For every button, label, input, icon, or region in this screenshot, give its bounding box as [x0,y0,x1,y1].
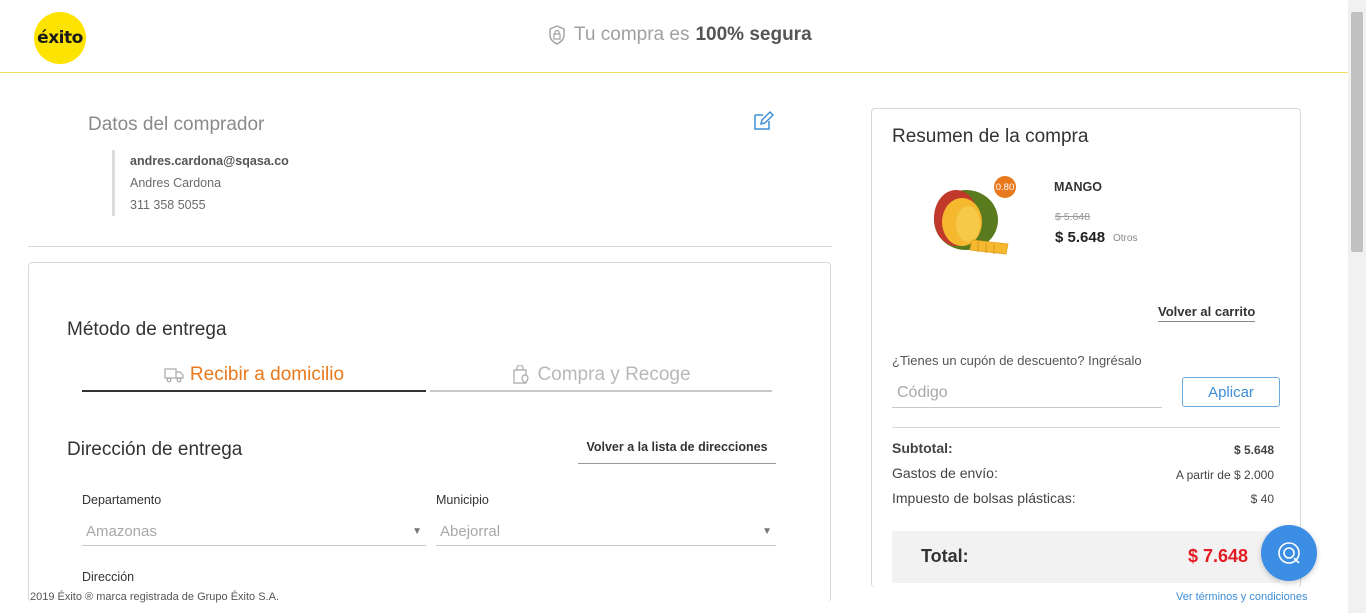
address-label: Dirección [82,570,135,584]
coupon-question: ¿Tienes un cupón de descuento? Ingrésalo [892,353,1142,368]
product-name: MANGO [1054,180,1102,194]
buyer-section-title: Datos del comprador [88,114,265,135]
product-price: $ 5.648 [1055,229,1106,246]
subtotal-value: $ 5.648 [1233,443,1274,457]
back-to-cart-link[interactable]: Volver al carrito [1158,304,1256,322]
bag-tax-value: $ 40 [1250,492,1274,506]
shipping-value: A partir de $ 2.000 [1175,468,1274,482]
municipality-label: Municipio [436,493,489,507]
department-label: Departamento [82,493,162,507]
tab-home-delivery-label: Recibir a domicilio [189,364,345,385]
header: éxito Tu compra es 100% segura [0,0,1348,73]
coupon-code-input[interactable] [892,378,1162,408]
section-divider [28,246,832,247]
delivery-address-title: Dirección de entrega [67,439,243,460]
summary-divider [892,427,1280,428]
secure-bold-text: 100% segura [695,24,812,45]
edit-icon[interactable] [752,110,774,132]
tab-home-delivery[interactable]: Recibir a domicilio [82,360,426,392]
secure-text: Tu compra es [574,24,690,45]
chat-bubble-icon [1278,542,1300,564]
product-old-price: $ 5.648 [1055,211,1091,223]
discount-badge: 0.80 [994,176,1016,198]
secure-purchase-banner: Tu compra es 100% segura [548,24,812,46]
total-label: Total: [921,546,969,566]
municipality-select[interactable]: Abejorral ▼ [436,518,776,546]
department-value: Amazonas [86,523,157,540]
tab-click-collect[interactable]: Compra y Recoge [430,360,772,392]
delivery-method-title: Método de entrega [67,319,227,340]
subtotal-label: Subtotal: [892,440,953,456]
buyer-email: andres.cardona@sqasa.co [130,154,289,168]
scrollbar-thumb[interactable] [1351,12,1363,252]
page-scrollbar[interactable] [1348,0,1366,613]
chevron-down-icon: ▼ [762,526,772,537]
apply-coupon-button[interactable]: Aplicar [1182,377,1280,407]
footer-copyright: 2019 Éxito ® marca registrada de Grupo É… [30,591,280,603]
exito-logo[interactable]: éxito [34,12,86,64]
back-to-address-list-button[interactable]: Volver a la lista de direcciones [578,440,776,464]
chevron-down-icon: ▼ [412,526,422,537]
total-value: $ 7.648 [1188,546,1249,566]
municipality-value: Abejorral [440,523,501,540]
truck-icon [164,368,184,383]
buyer-info: andres.cardona@sqasa.co Andres Cardona 3… [112,150,289,216]
product-seller: Otros [1113,233,1138,244]
buyer-name: Andres Cardona [130,176,222,190]
department-select[interactable]: Amazonas ▼ [82,518,426,546]
delivery-card [28,262,831,602]
bag-tax-label: Impuesto de bolsas plásticas: [892,490,1076,506]
chat-support-button[interactable] [1261,525,1317,581]
shipping-label: Gastos de envío: [892,465,998,481]
store-pickup-icon [513,365,530,384]
tab-click-collect-label: Compra y Recoge [537,364,691,385]
shield-lock-icon [549,25,565,45]
buyer-phone: 311 358 5055 [130,198,206,212]
terms-link[interactable]: Ver términos y condiciones [1176,591,1307,603]
summary-title: Resumen de la compra [892,126,1089,147]
